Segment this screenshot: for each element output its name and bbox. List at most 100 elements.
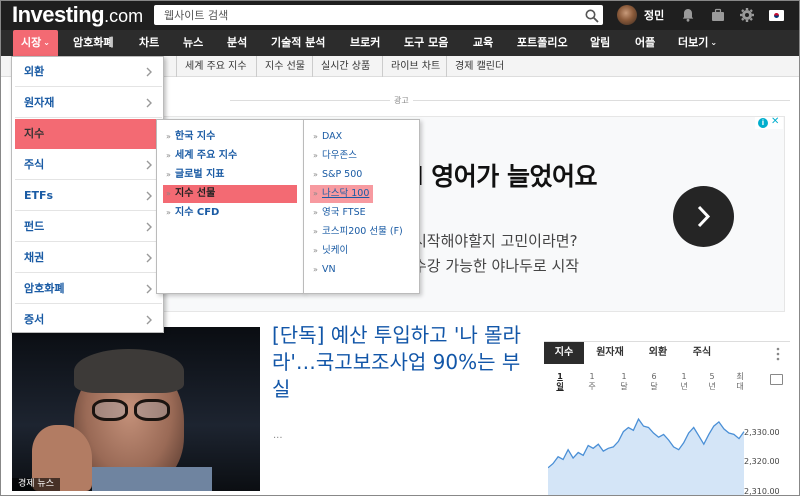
menu-label: 채권 [24, 251, 45, 264]
market-widget: 지수 원자재 외환 주식 1일 1주 1달 6달 1년 5년 최대 2,330.… [544, 341, 790, 496]
widget-tab-commodities[interactable]: 원자재 [588, 342, 632, 364]
bell-icon[interactable] [680, 7, 696, 23]
range-5-year[interactable]: 5년 [704, 372, 720, 392]
index-mini-chart [548, 417, 745, 496]
nav-item-education[interactable]: 교육 [473, 30, 493, 56]
nav-item-news[interactable]: 뉴스 [183, 30, 203, 56]
futures-sp500[interactable]: S&P 500 [310, 166, 362, 184]
range-unit: 주 [588, 382, 596, 391]
nav-item-portfolio[interactable]: 포트폴리오 [517, 30, 568, 56]
chevron-right-icon [146, 98, 152, 108]
search-box [154, 5, 603, 25]
close-icon: ✕ [771, 116, 780, 127]
widget-tab-stocks[interactable]: 주식 [682, 342, 722, 364]
news-photo[interactable] [12, 327, 260, 491]
submenu-world-indices[interactable]: 세계 주요 지수 [163, 147, 297, 165]
portfolio-briefcase-icon[interactable] [710, 7, 726, 23]
ad-headline[interactable]: l 영어가 늘었어요 [415, 157, 597, 193]
ad-line-2: 수강 가능한 야나두로 시작 [413, 257, 580, 275]
subnav-world-indices[interactable]: 세계 주요 지수 [176, 56, 247, 77]
futures-ftse[interactable]: 영국 FTSE [310, 204, 366, 222]
menu-item-indices[interactable]: 지수 [15, 119, 162, 149]
adchoices-badge[interactable]: i ✕ [755, 116, 783, 129]
photo-glasses-left [92, 399, 128, 421]
menu-item-forex[interactable]: 외환 [15, 57, 162, 87]
range-num: 1 [589, 372, 595, 381]
chevron-right-icon [146, 160, 152, 170]
nav-item-markets[interactable]: 시장 ⌄ [13, 30, 58, 56]
chevron-down-icon: ⌄ [43, 38, 50, 47]
investing-logo[interactable]: Investing.com [12, 1, 143, 29]
ad-next-button[interactable] [673, 186, 734, 247]
futures-dow-jones[interactable]: 다우존스 [310, 147, 357, 165]
nav-item-charts[interactable]: 차트 [139, 30, 159, 56]
indices-submenu: 한국 지수 세계 주요 지수 글로벌 지표 지수 선물 지수 CFD [156, 119, 304, 294]
range-num: 최 [736, 372, 744, 381]
nav-label: 시장 [21, 36, 42, 49]
subnav-live-charts[interactable]: 라이브 차트 [382, 56, 440, 77]
menu-item-crypto[interactable]: 암호화폐 [15, 274, 162, 304]
widget-tab-indices[interactable]: 지수 [544, 342, 584, 364]
submenu-global-indicators[interactable]: 글로벌 지표 [163, 166, 297, 184]
range-unit: 달 [650, 382, 658, 391]
nav-item-brokers[interactable]: 브로커 [350, 30, 380, 56]
news-headline-link[interactable]: [단독] 예산 투입하고 '나 몰라라'…국고보조사업 90%는 부실 [272, 322, 534, 403]
avatar[interactable] [617, 5, 637, 25]
more-vertical-icon[interactable] [776, 346, 780, 361]
subnav-realtime-commodities[interactable]: 실시간 상품 [312, 56, 370, 77]
chevron-right-icon [146, 284, 152, 294]
futures-vn[interactable]: VN [310, 261, 336, 279]
subnav-economic-calendar[interactable]: 경제 캘린더 [446, 56, 504, 77]
range-unit: 년 [708, 382, 716, 391]
menu-item-bonds[interactable]: 채권 [15, 243, 162, 273]
news-category-label[interactable]: 경제 뉴스 [12, 478, 60, 491]
submenu-index-cfd[interactable]: 지수 CFD [163, 204, 297, 222]
settings-gear-icon[interactable] [739, 7, 755, 23]
widget-tab-forex[interactable]: 외환 [638, 342, 678, 364]
search-icon[interactable] [585, 8, 599, 23]
nav-item-alerts[interactable]: 알림 [590, 30, 610, 56]
ad-divider [230, 100, 790, 101]
korea-flag-icon[interactable] [769, 10, 784, 21]
range-1-year[interactable]: 1년 [676, 372, 692, 392]
search-input[interactable] [154, 5, 574, 25]
range-1-week[interactable]: 1주 [584, 372, 600, 392]
range-6-month[interactable]: 6달 [646, 372, 662, 392]
chevron-right-icon [146, 222, 152, 232]
range-1-day[interactable]: 1일 [552, 372, 568, 392]
submenu-korea-indices[interactable]: 한국 지수 [163, 128, 297, 146]
range-unit: 일 [556, 382, 564, 391]
range-1-month[interactable]: 1달 [616, 372, 632, 392]
futures-nikkei[interactable]: 닛케이 [310, 242, 348, 260]
menu-item-stocks[interactable]: 주식 [15, 150, 162, 180]
futures-nasdaq-100[interactable]: 나스닥 100 [310, 185, 374, 203]
menu-item-certificates[interactable]: 증서 [15, 305, 162, 335]
nav-item-apps[interactable]: 어플 [635, 30, 655, 56]
subnav-index-futures[interactable]: 지수 선물 [256, 56, 305, 77]
range-max[interactable]: 최대 [732, 372, 748, 392]
range-num: 1 [621, 372, 627, 381]
menu-label: 펀드 [24, 220, 45, 233]
nav-item-more[interactable]: 더보기 ⌄ [678, 30, 717, 56]
y-axis-label: 2,330.00 [744, 428, 780, 437]
nav-item-technical[interactable]: 기술적 분석 [271, 30, 325, 56]
menu-item-funds[interactable]: 펀드 [15, 212, 162, 242]
menu-item-etfs[interactable]: ETFs [15, 181, 162, 211]
range-num: 1 [557, 372, 563, 381]
top-bar: Investing.com 정민 [0, 0, 800, 30]
expand-icon[interactable] [770, 374, 783, 385]
futures-dax[interactable]: DAX [310, 128, 342, 146]
chevron-right-icon [146, 191, 152, 201]
range-num: 1 [681, 372, 687, 381]
username[interactable]: 정민 [644, 7, 664, 23]
futures-kospi200[interactable]: 코스피200 선물 (F) [310, 223, 403, 241]
menu-label: 주식 [24, 158, 45, 171]
menu-item-commodities[interactable]: 원자재 [15, 88, 162, 118]
nav-label: 더보기 [678, 36, 709, 49]
nav-item-crypto[interactable]: 암호화폐 [73, 30, 113, 56]
submenu-index-futures[interactable]: 지수 선물 [163, 185, 297, 203]
nav-item-tools[interactable]: 도구 모음 [404, 30, 448, 56]
y-axis-label: 2,320.00 [744, 457, 780, 466]
nav-item-analysis[interactable]: 분석 [227, 30, 247, 56]
menu-label: 지수 [24, 127, 45, 140]
